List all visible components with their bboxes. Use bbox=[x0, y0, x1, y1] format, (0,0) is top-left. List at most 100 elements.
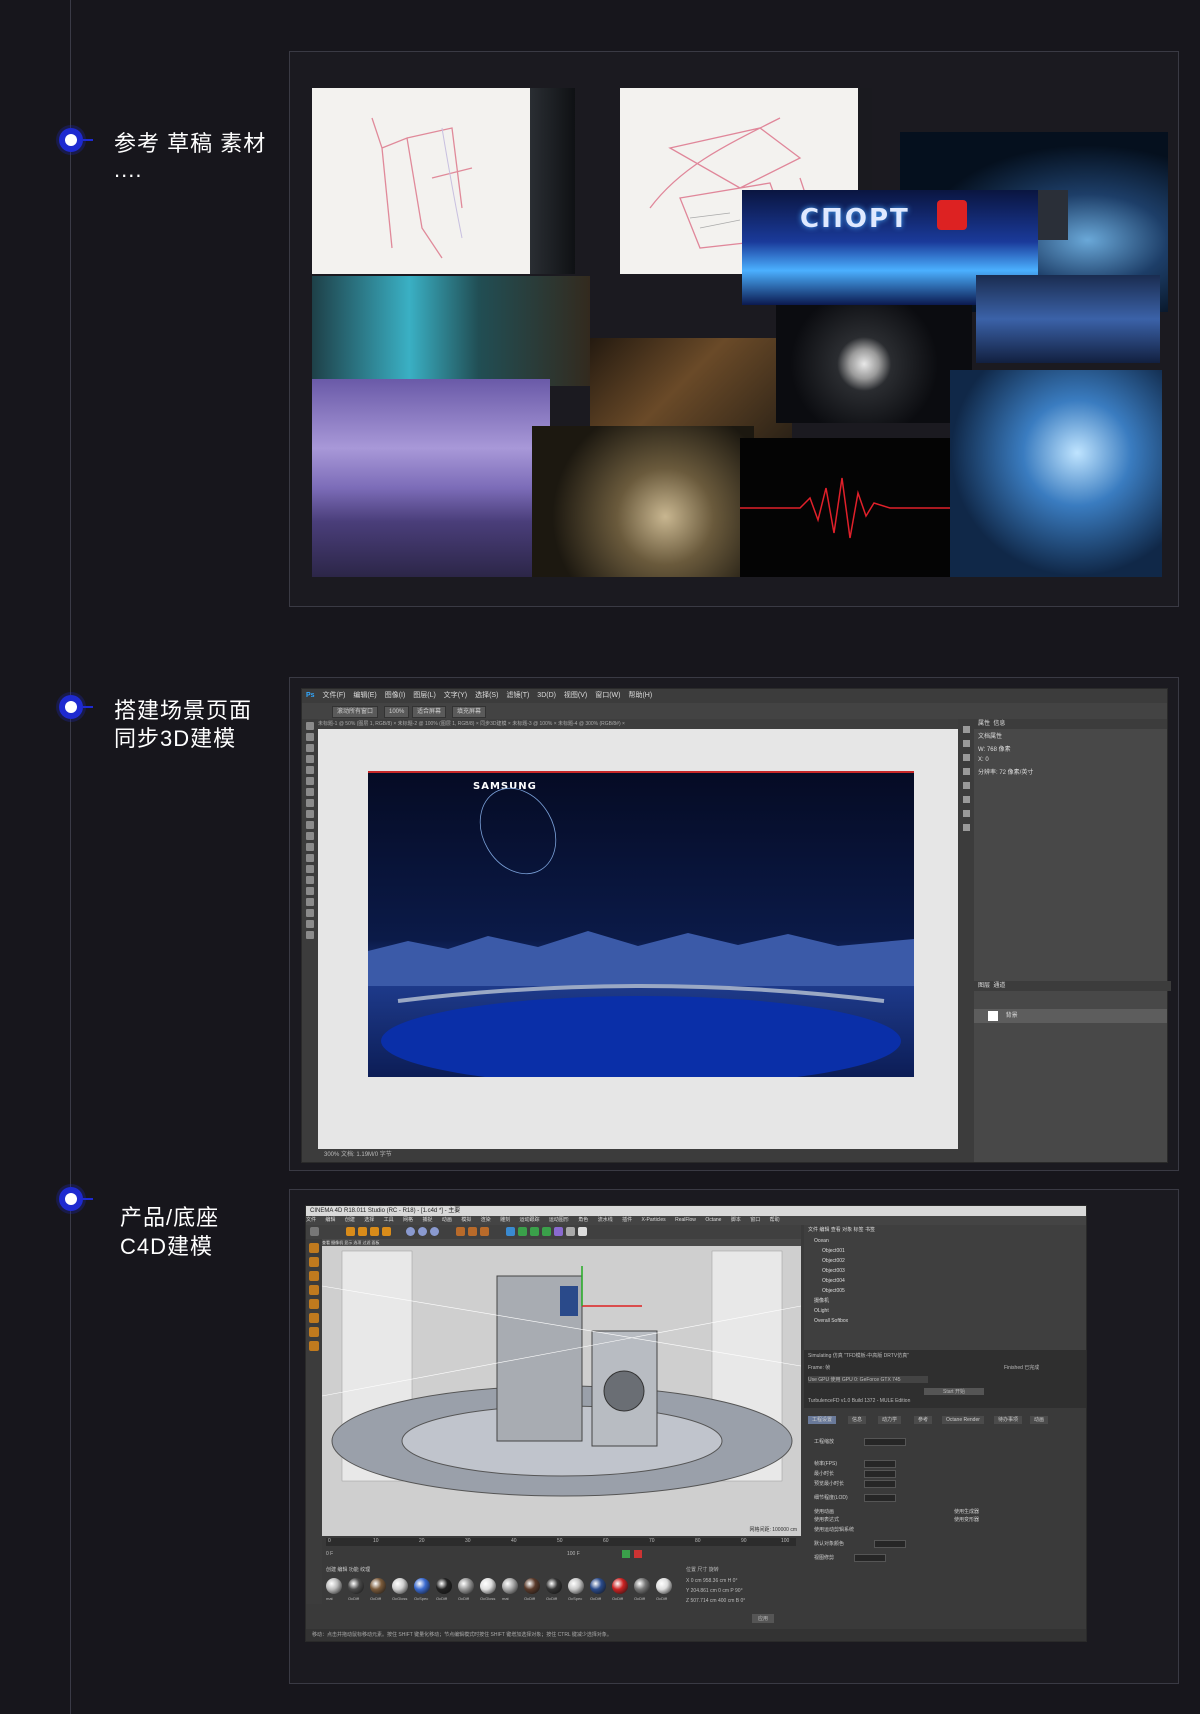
workplane-icon[interactable] bbox=[309, 1341, 319, 1351]
menu-item[interactable]: 模拟 bbox=[461, 1217, 471, 1223]
menu-item[interactable]: 网格 bbox=[403, 1217, 413, 1223]
menu-item[interactable]: RealFlow bbox=[675, 1217, 696, 1223]
menu-item[interactable]: 窗口(W) bbox=[595, 692, 620, 699]
object-row[interactable]: Object005 bbox=[822, 1287, 845, 1295]
object-row[interactable]: OLight bbox=[814, 1307, 829, 1315]
material-ball[interactable] bbox=[348, 1578, 364, 1594]
fill-screen-button[interactable]: 填充屏幕 bbox=[452, 706, 487, 718]
menu-item[interactable]: 运动跟踪 bbox=[519, 1217, 539, 1223]
viewport-menu[interactable]: 查看 摄像机 显示 选项 过滤 面板 bbox=[322, 1239, 801, 1246]
menu-item[interactable]: 选择(S) bbox=[475, 692, 498, 699]
zoom-100-button[interactable]: 100% bbox=[384, 706, 410, 718]
menu-item[interactable]: 文件(F) bbox=[323, 692, 346, 699]
material-ball[interactable] bbox=[414, 1578, 430, 1594]
menu-item[interactable]: 滤镜(T) bbox=[506, 692, 529, 699]
menu-item[interactable]: 文件 bbox=[306, 1217, 316, 1223]
render-settings-icon[interactable] bbox=[480, 1227, 489, 1236]
material-ball[interactable] bbox=[568, 1578, 584, 1594]
material-ball[interactable] bbox=[458, 1578, 474, 1594]
tab-todo[interactable]: 待办事项 bbox=[994, 1416, 1023, 1424]
tab-animation[interactable]: 动画 bbox=[1030, 1416, 1049, 1424]
model-mode-icon[interactable] bbox=[309, 1243, 319, 1253]
menu-item[interactable]: 图像(I) bbox=[385, 692, 406, 699]
tab-octane-render[interactable]: Octane Render bbox=[942, 1416, 984, 1424]
move-tool-icon[interactable] bbox=[306, 722, 314, 730]
hand-tool-icon[interactable] bbox=[306, 920, 314, 928]
x-axis-icon[interactable] bbox=[406, 1227, 415, 1236]
menu-item[interactable]: 编辑 bbox=[325, 1217, 335, 1223]
render-view-icon[interactable] bbox=[456, 1227, 465, 1236]
c4d-timeline[interactable]: 0 10 20 30 40 50 60 70 80 90 100 0 F 100… bbox=[322, 1536, 801, 1564]
lasso-tool-icon[interactable] bbox=[306, 744, 314, 752]
view-clipping-select[interactable] bbox=[854, 1554, 886, 1562]
snap-icon[interactable] bbox=[309, 1327, 319, 1337]
menu-item[interactable]: 图层(L) bbox=[413, 692, 436, 699]
menu-item[interactable]: 雕刻 bbox=[500, 1217, 510, 1223]
history-icon[interactable] bbox=[962, 726, 970, 733]
menu-item[interactable]: 帮助(H) bbox=[628, 692, 652, 699]
objects-menu[interactable]: 文件 编辑 查看 对象 标签 书签 bbox=[808, 1226, 875, 1233]
paragraph-icon[interactable] bbox=[962, 824, 970, 831]
menu-item[interactable]: 选择 bbox=[364, 1217, 374, 1223]
light-icon[interactable] bbox=[578, 1227, 587, 1236]
gradient-tool-icon[interactable] bbox=[306, 843, 314, 851]
menu-item[interactable]: 文字(Y) bbox=[444, 692, 467, 699]
default-color-select[interactable] bbox=[874, 1540, 906, 1548]
project-scale-input[interactable] bbox=[864, 1438, 906, 1446]
gpu-select[interactable]: Use GPU 使用 GPU 0: GeForce GTX 745 bbox=[808, 1376, 928, 1383]
fps-input[interactable] bbox=[864, 1460, 896, 1468]
stamp-tool-icon[interactable] bbox=[306, 810, 314, 818]
material-ball[interactable] bbox=[612, 1578, 628, 1594]
material-ball[interactable] bbox=[590, 1578, 606, 1594]
object-row[interactable]: Ocean bbox=[814, 1237, 829, 1245]
healing-tool-icon[interactable] bbox=[306, 788, 314, 796]
pen-tool-icon[interactable] bbox=[306, 876, 314, 884]
menu-item[interactable]: 帮助 bbox=[770, 1217, 780, 1223]
menu-item[interactable]: 运动图形 bbox=[549, 1217, 569, 1223]
material-ball[interactable] bbox=[524, 1578, 540, 1594]
menu-item[interactable]: 工具 bbox=[384, 1217, 394, 1223]
y-axis-icon[interactable] bbox=[418, 1227, 427, 1236]
timeline-end-field[interactable]: 100 F bbox=[567, 1551, 580, 1557]
move-tool-icon[interactable] bbox=[358, 1227, 367, 1236]
axis-mode-icon[interactable] bbox=[309, 1313, 319, 1323]
object-row[interactable]: Object003 bbox=[822, 1267, 845, 1275]
texture-mode-icon[interactable] bbox=[309, 1257, 319, 1267]
apply-button[interactable]: 应用 bbox=[752, 1614, 775, 1623]
crop-tool-icon[interactable] bbox=[306, 766, 314, 774]
menu-item[interactable]: 创建 bbox=[345, 1217, 355, 1223]
x-value[interactable]: X: 0 bbox=[974, 755, 1167, 765]
menu-item[interactable]: 捕捉 bbox=[422, 1217, 432, 1223]
width-value[interactable]: W: 768 像素 bbox=[974, 742, 1167, 755]
eraser-tool-icon[interactable] bbox=[306, 832, 314, 840]
marquee-tool-icon[interactable] bbox=[306, 733, 314, 741]
character-icon[interactable] bbox=[962, 810, 970, 817]
play-button-icon[interactable] bbox=[622, 1550, 630, 1558]
material-ball[interactable] bbox=[480, 1578, 496, 1594]
array-icon[interactable] bbox=[530, 1227, 539, 1236]
quick-select-tool-icon[interactable] bbox=[306, 755, 314, 763]
menu-item[interactable]: 脚本 bbox=[731, 1217, 741, 1223]
preview-min-input[interactable] bbox=[864, 1480, 896, 1488]
swatches-icon[interactable] bbox=[962, 796, 970, 803]
record-button-icon[interactable] bbox=[634, 1550, 642, 1558]
actions-icon[interactable] bbox=[962, 740, 970, 747]
coords-row-x[interactable]: X 0 cm 958.36 cm H 0° bbox=[686, 1578, 737, 1584]
blur-tool-icon[interactable] bbox=[306, 854, 314, 862]
menu-item[interactable]: 插件 bbox=[622, 1217, 632, 1223]
dodge-tool-icon[interactable] bbox=[306, 865, 314, 873]
scale-tool-icon[interactable] bbox=[370, 1227, 379, 1236]
material-ball[interactable] bbox=[326, 1578, 342, 1594]
shape-tool-icon[interactable] bbox=[306, 909, 314, 917]
camera-icon[interactable] bbox=[566, 1227, 575, 1236]
tab-info[interactable]: 信息 bbox=[848, 1416, 867, 1424]
start-button[interactable]: Start 开始 bbox=[924, 1388, 984, 1395]
menu-item[interactable]: 动画 bbox=[442, 1217, 452, 1223]
c4d-viewport[interactable]: 网格间距: 100000 cm bbox=[322, 1246, 801, 1536]
materials-menu[interactable]: 创建 编辑 功能 纹理 bbox=[326, 1566, 370, 1573]
ps-document-tabs[interactable]: 未标题-1 @ 50% (图层 1, RGB/8) × 未标题-2 @ 100%… bbox=[318, 719, 958, 729]
layers-tabs[interactable]: 图层 通道 bbox=[974, 981, 1171, 991]
tab-info[interactable]: 信息 bbox=[993, 721, 1005, 727]
menu-item[interactable]: 编辑(E) bbox=[353, 692, 376, 699]
material-ball[interactable] bbox=[634, 1578, 650, 1594]
